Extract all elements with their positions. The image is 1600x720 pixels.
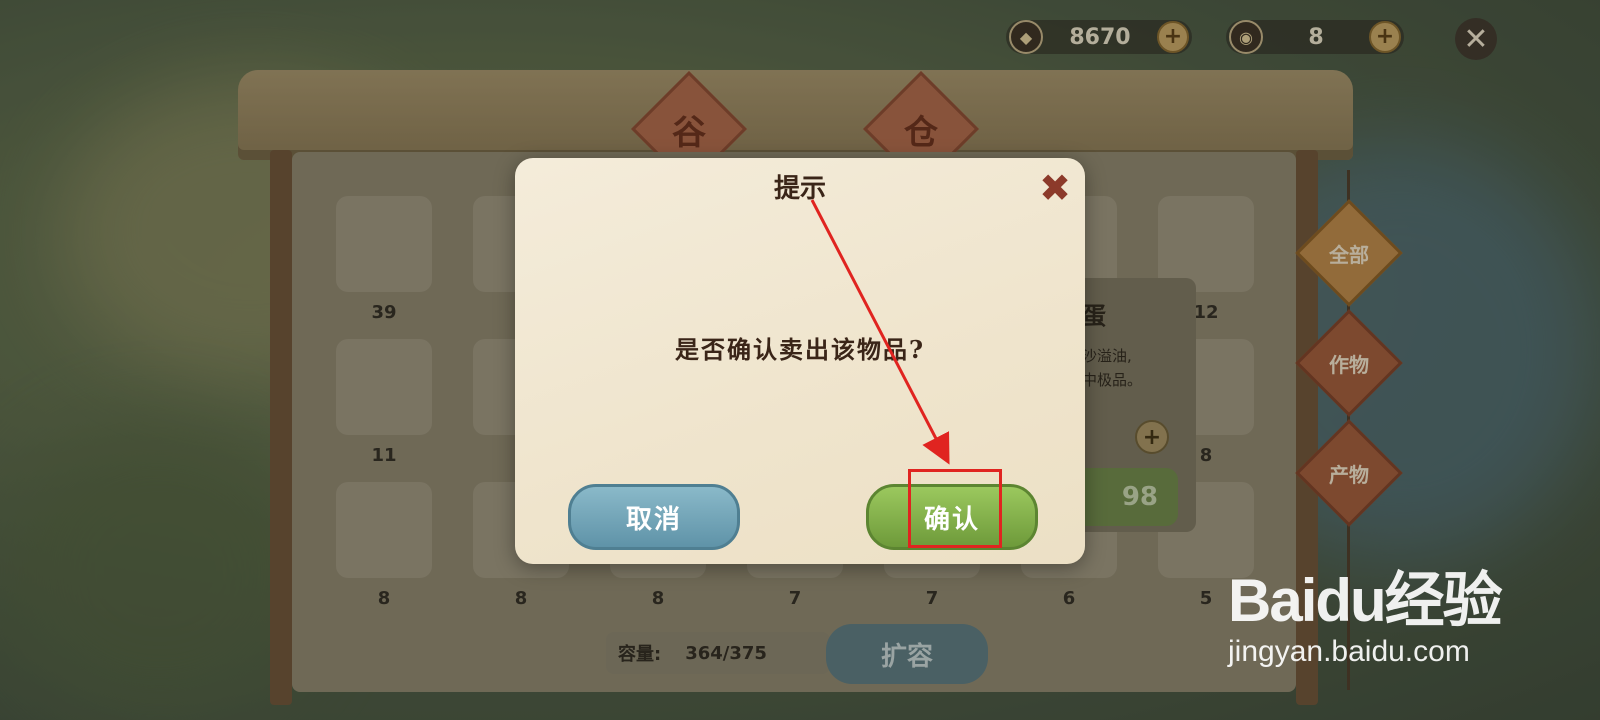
watermark-url: jingyan.baidu.com — [1228, 635, 1470, 668]
confirm-highlight-box — [908, 469, 1002, 548]
baidu-watermark: Baidu经验 jingyan.baidu.com — [1228, 552, 1503, 669]
watermark-logo: Baidu经验 — [1228, 567, 1503, 634]
